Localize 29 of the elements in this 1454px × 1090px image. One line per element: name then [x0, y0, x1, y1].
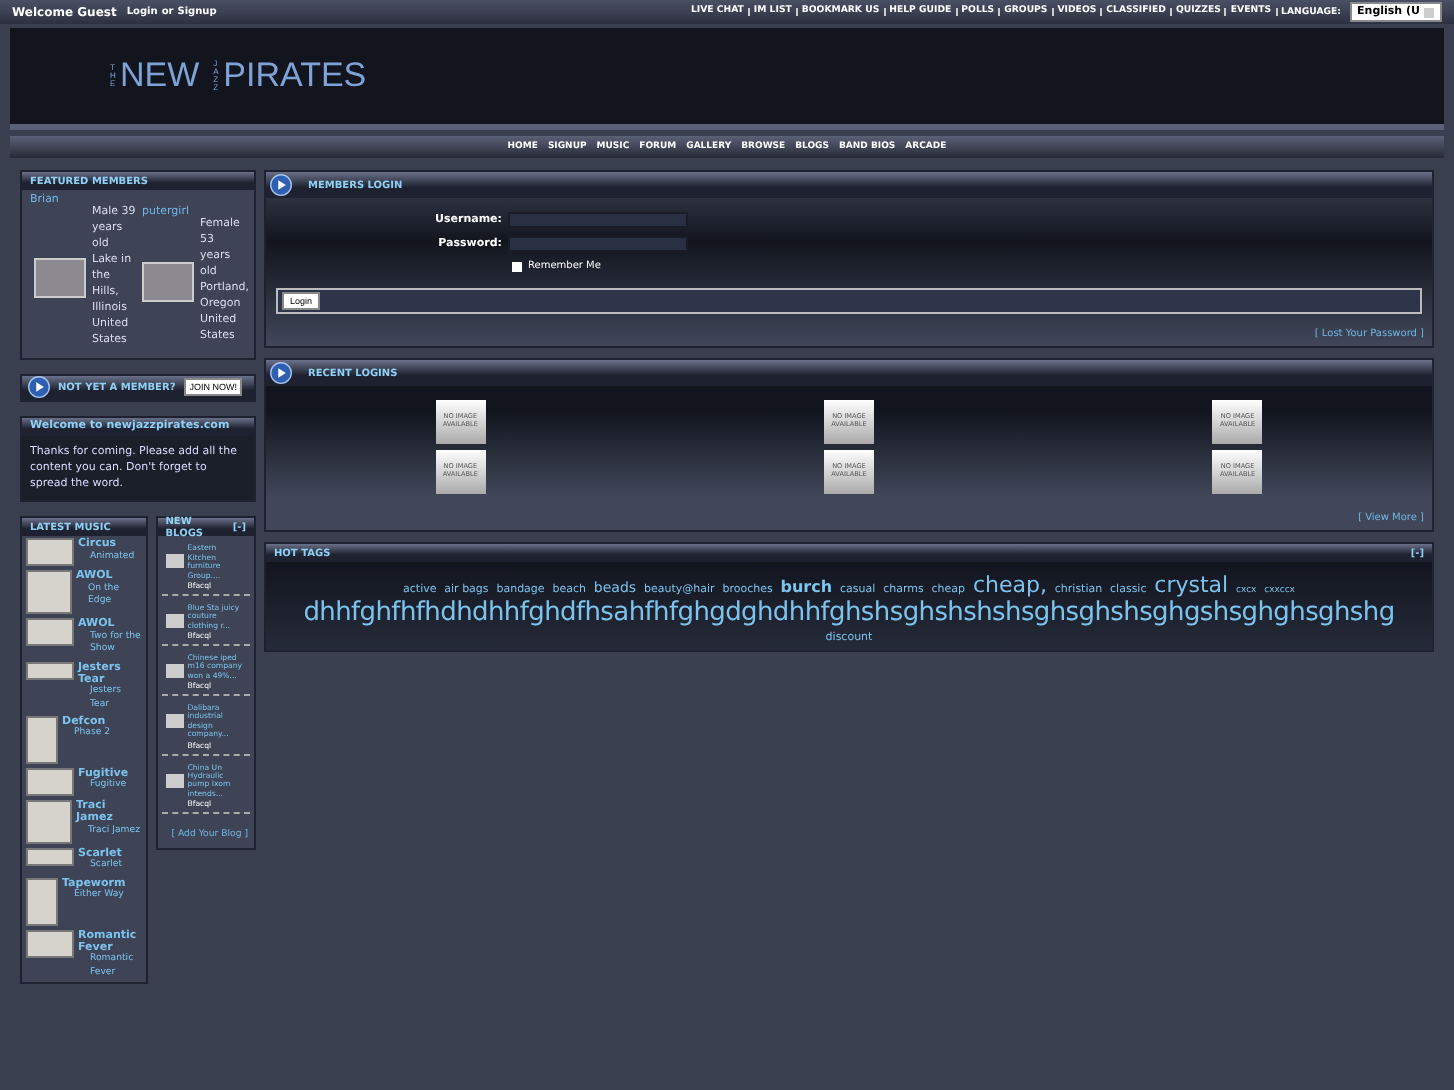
blog-thumbnail [165, 663, 184, 678]
photo-placeholder [142, 261, 194, 302]
album-cover [26, 538, 74, 567]
play-icon [28, 376, 50, 399]
album-cover [26, 570, 72, 615]
tag-link[interactable]: burch [780, 578, 833, 596]
logo-text: PIRATES [223, 56, 367, 96]
album-cover [26, 661, 74, 680]
album-cover [26, 848, 74, 867]
password-field[interactable] [508, 236, 688, 252]
blog-thumbnail [165, 554, 184, 569]
album-cover [26, 929, 74, 958]
remember-checkbox[interactable] [512, 261, 522, 271]
logo-text: NEW [120, 56, 200, 96]
album-cover [26, 716, 58, 765]
album-cover [26, 768, 74, 797]
tag-link[interactable]: crystal [1154, 572, 1229, 598]
blog-thumbnail [165, 773, 184, 787]
photo-placeholder [34, 257, 86, 298]
blog-thumbnail [165, 613, 184, 628]
tag-link[interactable]: dhhfghfhfhdhdhhfghdfhsahfhfghgdghdhhfghshsghshshshsghsghshsghgshsghghsghshg [274, 598, 1424, 630]
blog-thumbnail [165, 714, 184, 729]
tag-link[interactable]: cheap, [972, 572, 1047, 598]
album-cover [26, 877, 58, 926]
play-icon [270, 174, 292, 196]
album-cover [26, 618, 74, 647]
album-cover [26, 800, 72, 845]
username-field[interactable] [508, 212, 688, 228]
play-icon [270, 362, 292, 384]
